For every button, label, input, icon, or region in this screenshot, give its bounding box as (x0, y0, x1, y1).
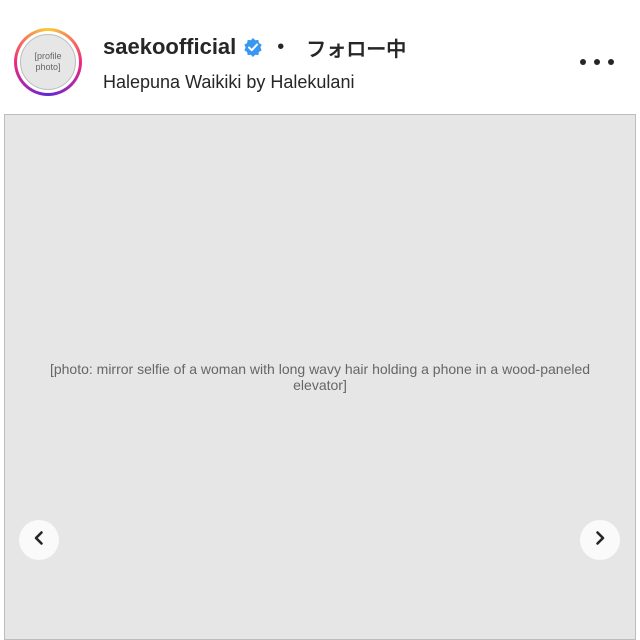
photo-placeholder: [photo: mirror selfie of a woman with lo… (49, 361, 591, 393)
header-line: saekoofficial • フォロー中 (103, 33, 406, 62)
post-photo[interactable]: [photo: mirror selfie of a woman with lo… (4, 114, 636, 640)
username[interactable]: saekoofficial (103, 34, 236, 60)
chevron-right-icon (592, 530, 608, 551)
separator-dot: • (277, 35, 285, 58)
avatar[interactable]: [profile photo] (20, 34, 76, 90)
story-ring[interactable]: [profile photo] (14, 28, 82, 96)
chevron-left-icon (31, 530, 47, 551)
following-button[interactable]: フォロー中 (306, 33, 406, 62)
instagram-post: [profile photo] saekoofficial • フォロー中 Ha… (0, 0, 640, 640)
carousel-prev-button[interactable] (19, 520, 59, 560)
carousel-next-button[interactable] (580, 520, 620, 560)
more-options-icon[interactable] (580, 50, 614, 74)
location-link[interactable]: Halepuna Waikiki by Halekulani (103, 72, 354, 93)
post-header: [profile photo] saekoofficial • フォロー中 Ha… (0, 0, 640, 112)
verified-badge-icon (243, 37, 263, 57)
